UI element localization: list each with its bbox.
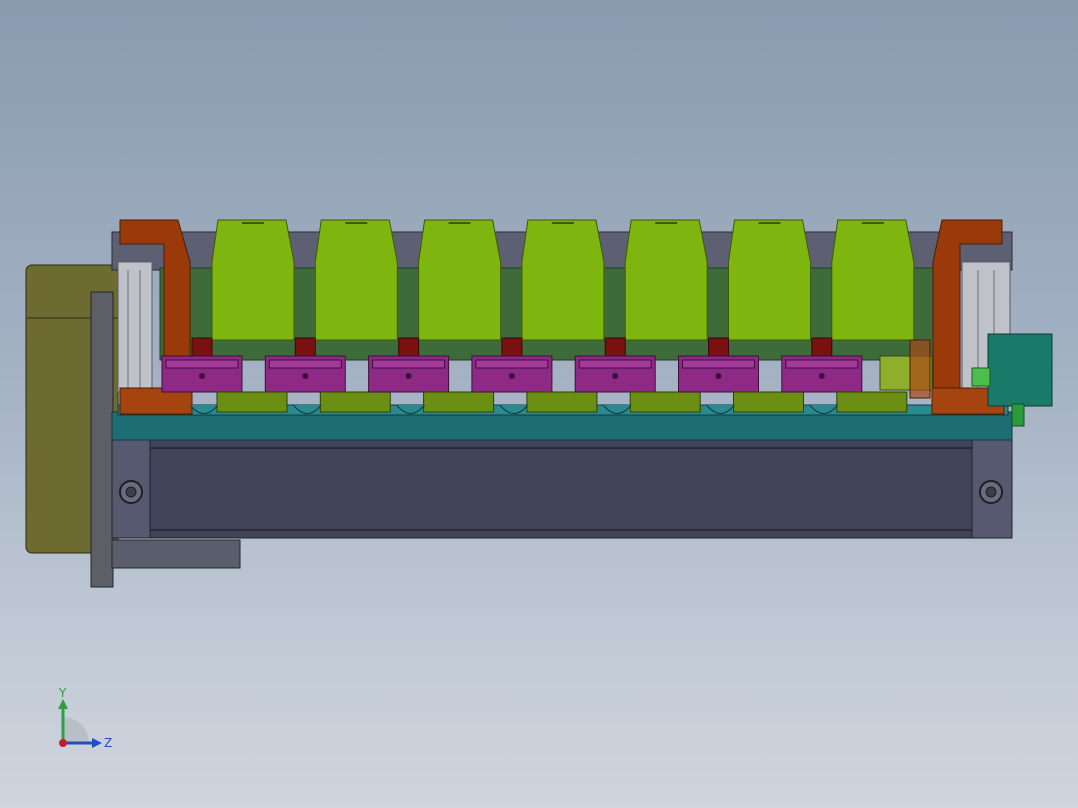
olive-pad <box>836 391 908 413</box>
magenta-clamp-top <box>372 359 446 369</box>
green-block <box>521 219 605 341</box>
clamp-hole-icon <box>302 373 309 379</box>
sensor-post <box>909 339 931 399</box>
right-bolt-inner <box>985 486 997 498</box>
olive-pad <box>733 391 804 413</box>
motor-flange <box>90 291 114 588</box>
clamp-hole-icon <box>612 373 619 379</box>
triad-arc <box>63 717 89 743</box>
magenta-clamp-top <box>268 359 342 369</box>
green-block <box>211 219 295 341</box>
green-block <box>728 219 811 341</box>
right-connector <box>987 333 1053 407</box>
olive-pad <box>526 391 598 413</box>
right-small-part <box>971 367 991 387</box>
orientation-triad[interactable]: Y Z <box>50 685 120 755</box>
triad-z-label: Z <box>104 736 112 750</box>
clamp-hole-icon <box>199 373 205 379</box>
magenta-clamp-top <box>578 359 652 369</box>
base-plate <box>111 411 1013 441</box>
assembly-model[interactable] <box>0 0 1078 808</box>
right-connector-pin <box>1011 403 1025 427</box>
magenta-clamp-top <box>475 359 549 369</box>
triad-y-arrow-icon <box>58 699 68 709</box>
motor-mount-foot <box>111 539 241 569</box>
green-block <box>418 219 502 341</box>
clamp-hole-icon <box>715 373 722 379</box>
clamp-hole-icon <box>818 373 825 379</box>
green-block <box>624 219 708 341</box>
cad-viewport[interactable]: Y Z <box>0 0 1078 808</box>
clamp-hole-icon <box>508 373 515 379</box>
green-block <box>831 219 915 341</box>
olive-pad <box>629 391 701 413</box>
green-block <box>314 219 398 341</box>
magenta-clamp-top <box>165 359 239 369</box>
olive-pad <box>423 391 495 413</box>
magenta-clamp-top <box>785 359 859 369</box>
magenta-clamp-top <box>682 359 755 369</box>
clamp-hole-icon <box>405 373 412 379</box>
triad-y-label: Y <box>58 686 67 700</box>
main-frame <box>111 437 1013 539</box>
left-guide <box>117 261 153 393</box>
station-group <box>161 219 915 414</box>
triad-x-origin <box>59 739 67 747</box>
left-bolt-inner <box>125 486 137 498</box>
olive-pad <box>319 391 391 413</box>
olive-pad <box>216 391 288 413</box>
triad-z-arrow-icon <box>92 738 102 748</box>
